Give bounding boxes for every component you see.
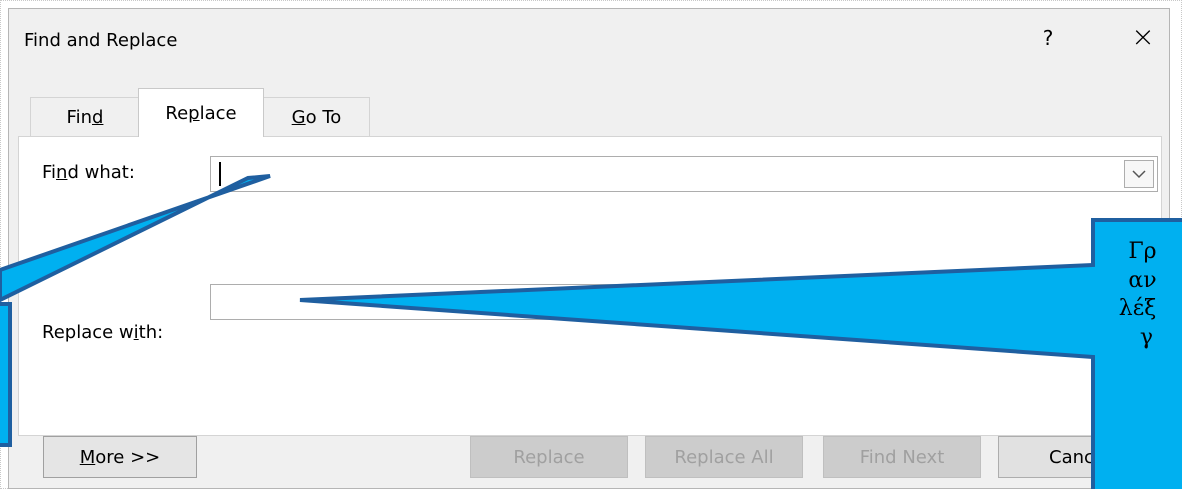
- left-callout-pointer: [0, 174, 271, 303]
- callout-line: Γρ: [1128, 239, 1157, 264]
- callout-line: αν: [1128, 267, 1157, 293]
- callout-line: λέξ: [1118, 296, 1157, 322]
- right-callout-box: [299, 218, 1182, 489]
- callout-line: γ: [1139, 324, 1154, 350]
- callout-text: Γρ αν λέξ γ: [1093, 220, 1182, 489]
- left-callout-box: [0, 302, 12, 447]
- callout-overlay: [0, 174, 1182, 489]
